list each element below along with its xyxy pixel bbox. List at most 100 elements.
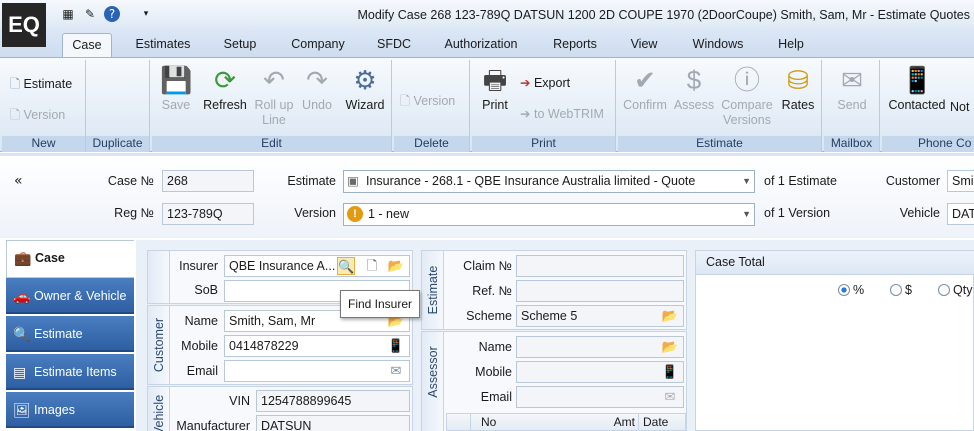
assessor-email-field[interactable]: ✉ xyxy=(516,386,684,408)
envelope-icon[interactable]: ✉ xyxy=(387,362,405,380)
printer-icon: 🖶 xyxy=(482,65,508,95)
rollup-line-button[interactable]: ↶ Roll up Line xyxy=(250,64,298,128)
webtrim-label: to WebTRIM xyxy=(533,107,604,121)
undo-button[interactable]: ↷ Undo xyxy=(298,64,336,113)
nav-item-estimate-items[interactable]: ▤ Estimate Items xyxy=(6,354,134,390)
customer-email-label: Email xyxy=(186,364,218,378)
tab-estimates[interactable]: Estimates xyxy=(127,33,199,58)
qat-edit-icon[interactable]: ✎ xyxy=(82,6,98,22)
tab-windows[interactable]: Windows xyxy=(682,33,754,58)
assessor-mobile-label: Mobile xyxy=(475,365,512,379)
folder-icon[interactable]: 📂 xyxy=(387,257,405,275)
help-icon[interactable]: ? xyxy=(104,6,120,22)
sob-label: SoB xyxy=(194,283,218,297)
tab-reports[interactable]: Reports xyxy=(544,33,606,58)
group-label-delete: Delete xyxy=(394,136,469,152)
folder-icon[interactable]: 📂 xyxy=(661,338,679,356)
rollup-label: Roll up Line xyxy=(254,98,294,127)
new-estimate-button[interactable]: 🗋 Estimate xyxy=(10,75,72,96)
radio-dollar[interactable]: $ xyxy=(890,283,912,297)
chevron-down-icon: ▼ xyxy=(742,176,751,186)
version-select[interactable]: ! 1 - new ▼ xyxy=(343,203,755,226)
find-insurer-icon[interactable]: 🔍 xyxy=(337,257,355,275)
not-contacted-button[interactable]: Not xyxy=(950,100,974,115)
manufacturer-field: DATSUN xyxy=(256,415,410,431)
mobile-phone-icon[interactable]: 📱 xyxy=(661,363,679,381)
tab-sfdc[interactable]: SFDC xyxy=(370,33,418,58)
estimate-label: Estimate xyxy=(287,174,336,188)
customer-section-label: Customer xyxy=(151,317,166,373)
qat-calendar-icon[interactable]: ▦ xyxy=(60,6,76,22)
document-icon: 🗋 xyxy=(10,77,21,91)
delete-version-button[interactable]: 🗋 Version xyxy=(400,92,455,113)
nav-item-label: Estimate xyxy=(34,327,83,341)
checkmark-icon: ✔ xyxy=(634,65,656,95)
case-total-panel: Case Total % $ Qty xyxy=(695,250,974,431)
customer-label: Customer xyxy=(885,174,940,188)
assessor-name-field[interactable]: 📂 xyxy=(516,336,684,358)
version-label: Version xyxy=(294,206,336,220)
compare-versions-button[interactable]: ⓘ Compare Versions xyxy=(718,64,776,128)
estimate-section-label: Estimate xyxy=(425,265,440,315)
insurer-field[interactable]: QBE Insurance A... 🔍 🗋 📂 xyxy=(224,255,410,277)
mobile-phone-icon[interactable]: 📱 xyxy=(387,337,405,355)
scheme-label: Scheme xyxy=(466,309,512,323)
grid-header-amt[interactable]: Amt xyxy=(587,414,639,430)
customer-name-value: Smith, Sam, Mr xyxy=(229,314,316,328)
new-document-icon[interactable]: 🗋 xyxy=(363,257,381,275)
nav-item-owner-vehicle[interactable]: 🚗 Owner & Vehicle xyxy=(6,278,134,314)
nav-item-label: Images xyxy=(34,403,75,417)
nav-item-case[interactable]: 💼 Case xyxy=(6,240,134,278)
nav-item-images[interactable]: 🖼 Images xyxy=(6,392,134,428)
customer-mobile-field[interactable]: 0414878229 📱 xyxy=(224,335,410,357)
customer-email-field[interactable]: ✉ xyxy=(224,360,410,382)
ribbon-group-new: 🗋 Estimate 🗋 Version New xyxy=(2,60,86,152)
save-button[interactable]: 💾 Save xyxy=(154,64,198,113)
grid-header-date[interactable]: Date xyxy=(643,414,668,430)
app-logo[interactable]: EQ xyxy=(2,3,46,47)
qat-dropdown-icon[interactable]: ▾ xyxy=(138,6,154,22)
folder-icon[interactable]: 📂 xyxy=(661,307,679,325)
assessor-mobile-field[interactable]: 📱 xyxy=(516,361,684,383)
assessor-email-label: Email xyxy=(480,390,512,404)
ribbon-group-estimate: ✔ Confirm $ Assess ⓘ Compare Versions ⛁ Rate… xyxy=(618,60,822,152)
send-button[interactable]: ✉ Send xyxy=(828,64,876,113)
claim-no-field[interactable] xyxy=(516,255,684,277)
ref-no-field[interactable] xyxy=(516,280,684,302)
wizard-button[interactable]: ⚙ Wizard xyxy=(342,64,388,113)
group-label-mailbox: Mailbox xyxy=(824,136,879,152)
new-version-button[interactable]: 🗋 Version xyxy=(10,106,65,127)
assess-button[interactable]: $ Assess xyxy=(672,64,716,113)
print-button[interactable]: 🖶 Print xyxy=(474,64,516,113)
radio-qty[interactable]: Qty xyxy=(938,283,972,297)
radio-percent[interactable]: % xyxy=(838,283,864,297)
estimate-select[interactable]: ▣ Insurance - 268.1 - QBE Insurance Aust… xyxy=(343,170,755,193)
tab-setup[interactable]: Setup xyxy=(214,33,266,58)
phone-icon: 📱 xyxy=(901,65,934,95)
export-button[interactable]: ➔ Export xyxy=(520,75,570,90)
scheme-field[interactable]: Scheme 5 📂 xyxy=(516,305,684,327)
tab-company[interactable]: Company xyxy=(281,33,355,58)
confirm-button[interactable]: ✔ Confirm xyxy=(620,64,670,113)
contacted-button[interactable]: 📱 Contacted xyxy=(884,64,950,113)
find-insurer-tooltip: Find Insurer xyxy=(340,290,420,318)
webtrim-button[interactable]: ➔ to WebTRIM xyxy=(520,106,604,121)
tab-authorization[interactable]: Authorization xyxy=(433,33,529,58)
image-icon: 🖼 xyxy=(13,402,31,418)
tab-view[interactable]: View xyxy=(621,33,667,58)
vehicle-panel: Vehicle VIN 1254788899645 Manufacturer D… xyxy=(147,386,413,431)
collapse-button[interactable]: « xyxy=(14,173,23,189)
tab-case[interactable]: Case xyxy=(62,33,112,58)
vehicle-label: Vehicle xyxy=(899,206,940,220)
wizard-gear-icon: ⚙ xyxy=(353,65,377,95)
rates-button[interactable]: ⛁ Rates xyxy=(778,64,818,113)
grid-header-no[interactable]: No xyxy=(481,414,496,430)
manufacturer-label: Manufacturer xyxy=(176,419,250,431)
radio-icon xyxy=(890,284,902,296)
tab-help[interactable]: Help xyxy=(769,33,813,58)
refresh-button[interactable]: ⟳ Refresh xyxy=(200,64,250,113)
envelope-icon[interactable]: ✉ xyxy=(661,388,679,406)
radio-selected-icon xyxy=(838,284,850,296)
nav-item-estimate[interactable]: 🔍 Estimate xyxy=(6,316,134,352)
undo-arrow-icon: ↶ xyxy=(263,65,285,95)
